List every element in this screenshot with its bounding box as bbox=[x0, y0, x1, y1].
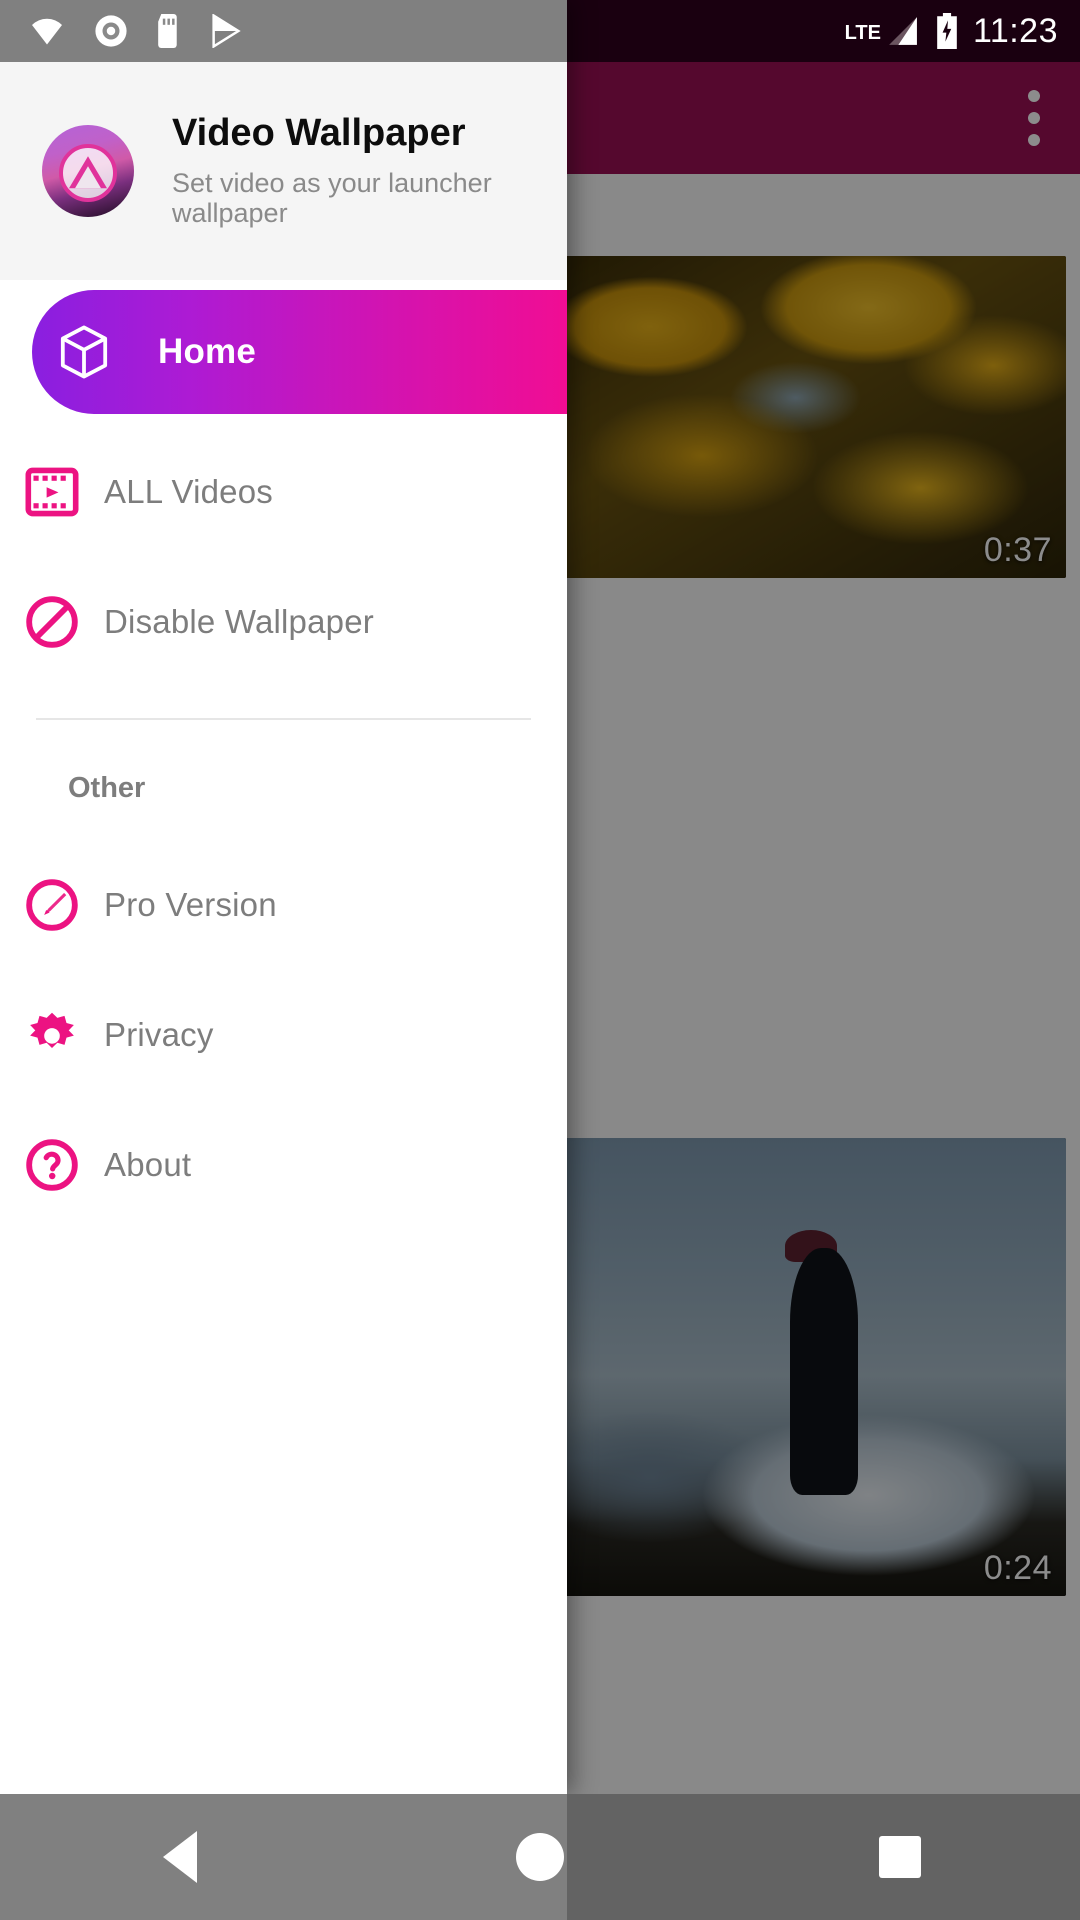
back-icon bbox=[163, 1831, 197, 1883]
sidebar-item-label: About bbox=[104, 1146, 192, 1183]
system-nav-bar[interactable] bbox=[0, 1794, 1080, 1920]
section-header-other: Other bbox=[68, 772, 146, 804]
recents-icon bbox=[879, 1836, 921, 1878]
battery-charging-icon bbox=[935, 13, 959, 49]
sidebar-item-pro-version[interactable]: Pro Version bbox=[0, 853, 567, 957]
nav-back-button[interactable] bbox=[0, 1831, 360, 1883]
prohibition-icon bbox=[0, 594, 104, 650]
network-type-label: LTE bbox=[844, 21, 881, 44]
film-strip-icon bbox=[0, 466, 104, 518]
sidebar-item-about[interactable]: About bbox=[0, 1113, 567, 1217]
phone-screen: 0:30 0:37 0:30 1:48 bbox=[0, 0, 1080, 1920]
sidebar-item-disable-wallpaper[interactable]: Disable Wallpaper bbox=[0, 570, 567, 674]
clock: 11:23 bbox=[972, 11, 1058, 50]
sidebar-item-home[interactable]: Home bbox=[0, 290, 567, 414]
sd-card-icon bbox=[156, 14, 182, 48]
wifi-icon bbox=[28, 16, 66, 46]
app-name: Video Wallpaper bbox=[172, 112, 466, 155]
sidebar-item-privacy[interactable]: Privacy bbox=[0, 983, 567, 1087]
record-dot-icon bbox=[94, 14, 128, 48]
drawer-status-bar-overlay bbox=[0, 0, 567, 62]
gear-icon bbox=[0, 1006, 104, 1064]
drawer-header: Video Wallpaper Set video as your launch… bbox=[0, 62, 567, 280]
menu-spacer bbox=[0, 674, 567, 718]
sidebar-item-label: Home bbox=[158, 332, 257, 371]
question-circle-icon bbox=[0, 1137, 104, 1193]
cube-icon bbox=[32, 323, 136, 381]
drawer-menu[interactable]: Home ALL Videos Disable Wallpaper Other … bbox=[0, 280, 567, 1217]
sidebar-item-label: Pro Version bbox=[104, 886, 277, 923]
sidebar-item-label: ALL Videos bbox=[104, 473, 273, 510]
sidebar-item-label: Disable Wallpaper bbox=[104, 603, 374, 640]
pen-circle-icon bbox=[0, 877, 104, 933]
app-tagline: Set video as your launcher wallpaper bbox=[172, 168, 492, 228]
app-logo-icon bbox=[42, 125, 134, 217]
nav-home-button[interactable] bbox=[360, 1833, 720, 1881]
logo-triangle bbox=[69, 156, 107, 189]
play-store-icon bbox=[210, 14, 242, 48]
sidebar-item-label: Privacy bbox=[104, 1016, 214, 1053]
drawer-status-icons bbox=[0, 14, 567, 48]
nav-recents-button[interactable] bbox=[720, 1836, 1080, 1878]
status-bar-right: LTE 11:23 bbox=[845, 12, 1080, 51]
signal-icon bbox=[885, 14, 921, 48]
home-icon bbox=[516, 1833, 564, 1881]
navigation-drawer[interactable]: Video Wallpaper Set video as your launch… bbox=[0, 0, 567, 1794]
sidebar-item-all-videos[interactable]: ALL Videos bbox=[0, 440, 567, 544]
